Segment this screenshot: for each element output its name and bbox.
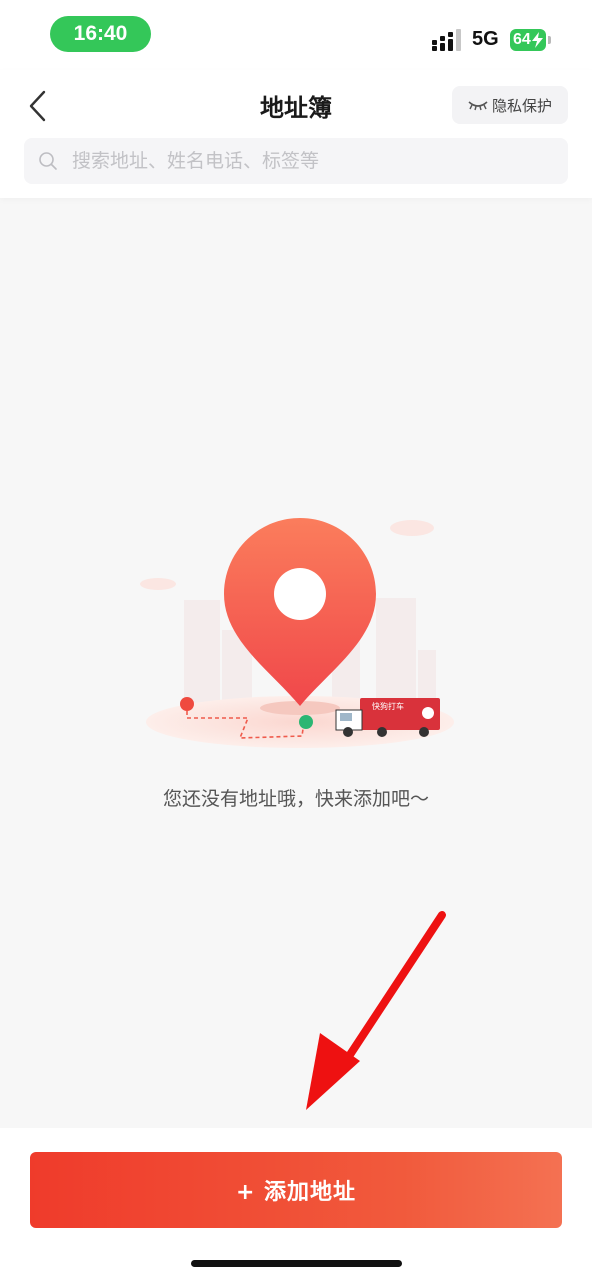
truck-sign-text: 快狗打车 [372, 701, 404, 711]
red-arrow-annotation [306, 911, 446, 1110]
network-type: 5G [472, 28, 499, 50]
search-icon [39, 152, 57, 170]
add-address-button[interactable]: + 添加地址 [30, 1152, 562, 1228]
battery-cap [548, 36, 551, 44]
search-input[interactable] [72, 150, 542, 172]
empty-state-message: 您还没有地址哦，快来添加吧～ [162, 788, 429, 810]
cellular-signal-icon [432, 29, 461, 51]
battery-indicator: 64 [510, 29, 546, 51]
header: 地址簿 隐私保护 [0, 70, 592, 198]
charging-bolt-icon [532, 32, 543, 48]
status-time: 16:40 [50, 16, 151, 52]
privacy-protection-button[interactable]: 隐私保护 [452, 86, 568, 124]
privacy-label: 隐私保护 [491, 96, 552, 115]
end-point [299, 715, 313, 729]
empty-state-illustration: 快狗打车 [140, 518, 454, 748]
home-indicator [191, 1260, 402, 1267]
battery-level: 64 [513, 31, 531, 48]
search-box[interactable] [24, 138, 568, 184]
status-bar: 16:40 5G 64 [0, 0, 592, 70]
start-point [180, 697, 194, 711]
bottom-bar: + 添加地址 [0, 1128, 592, 1280]
closed-eye-icon [468, 101, 488, 111]
